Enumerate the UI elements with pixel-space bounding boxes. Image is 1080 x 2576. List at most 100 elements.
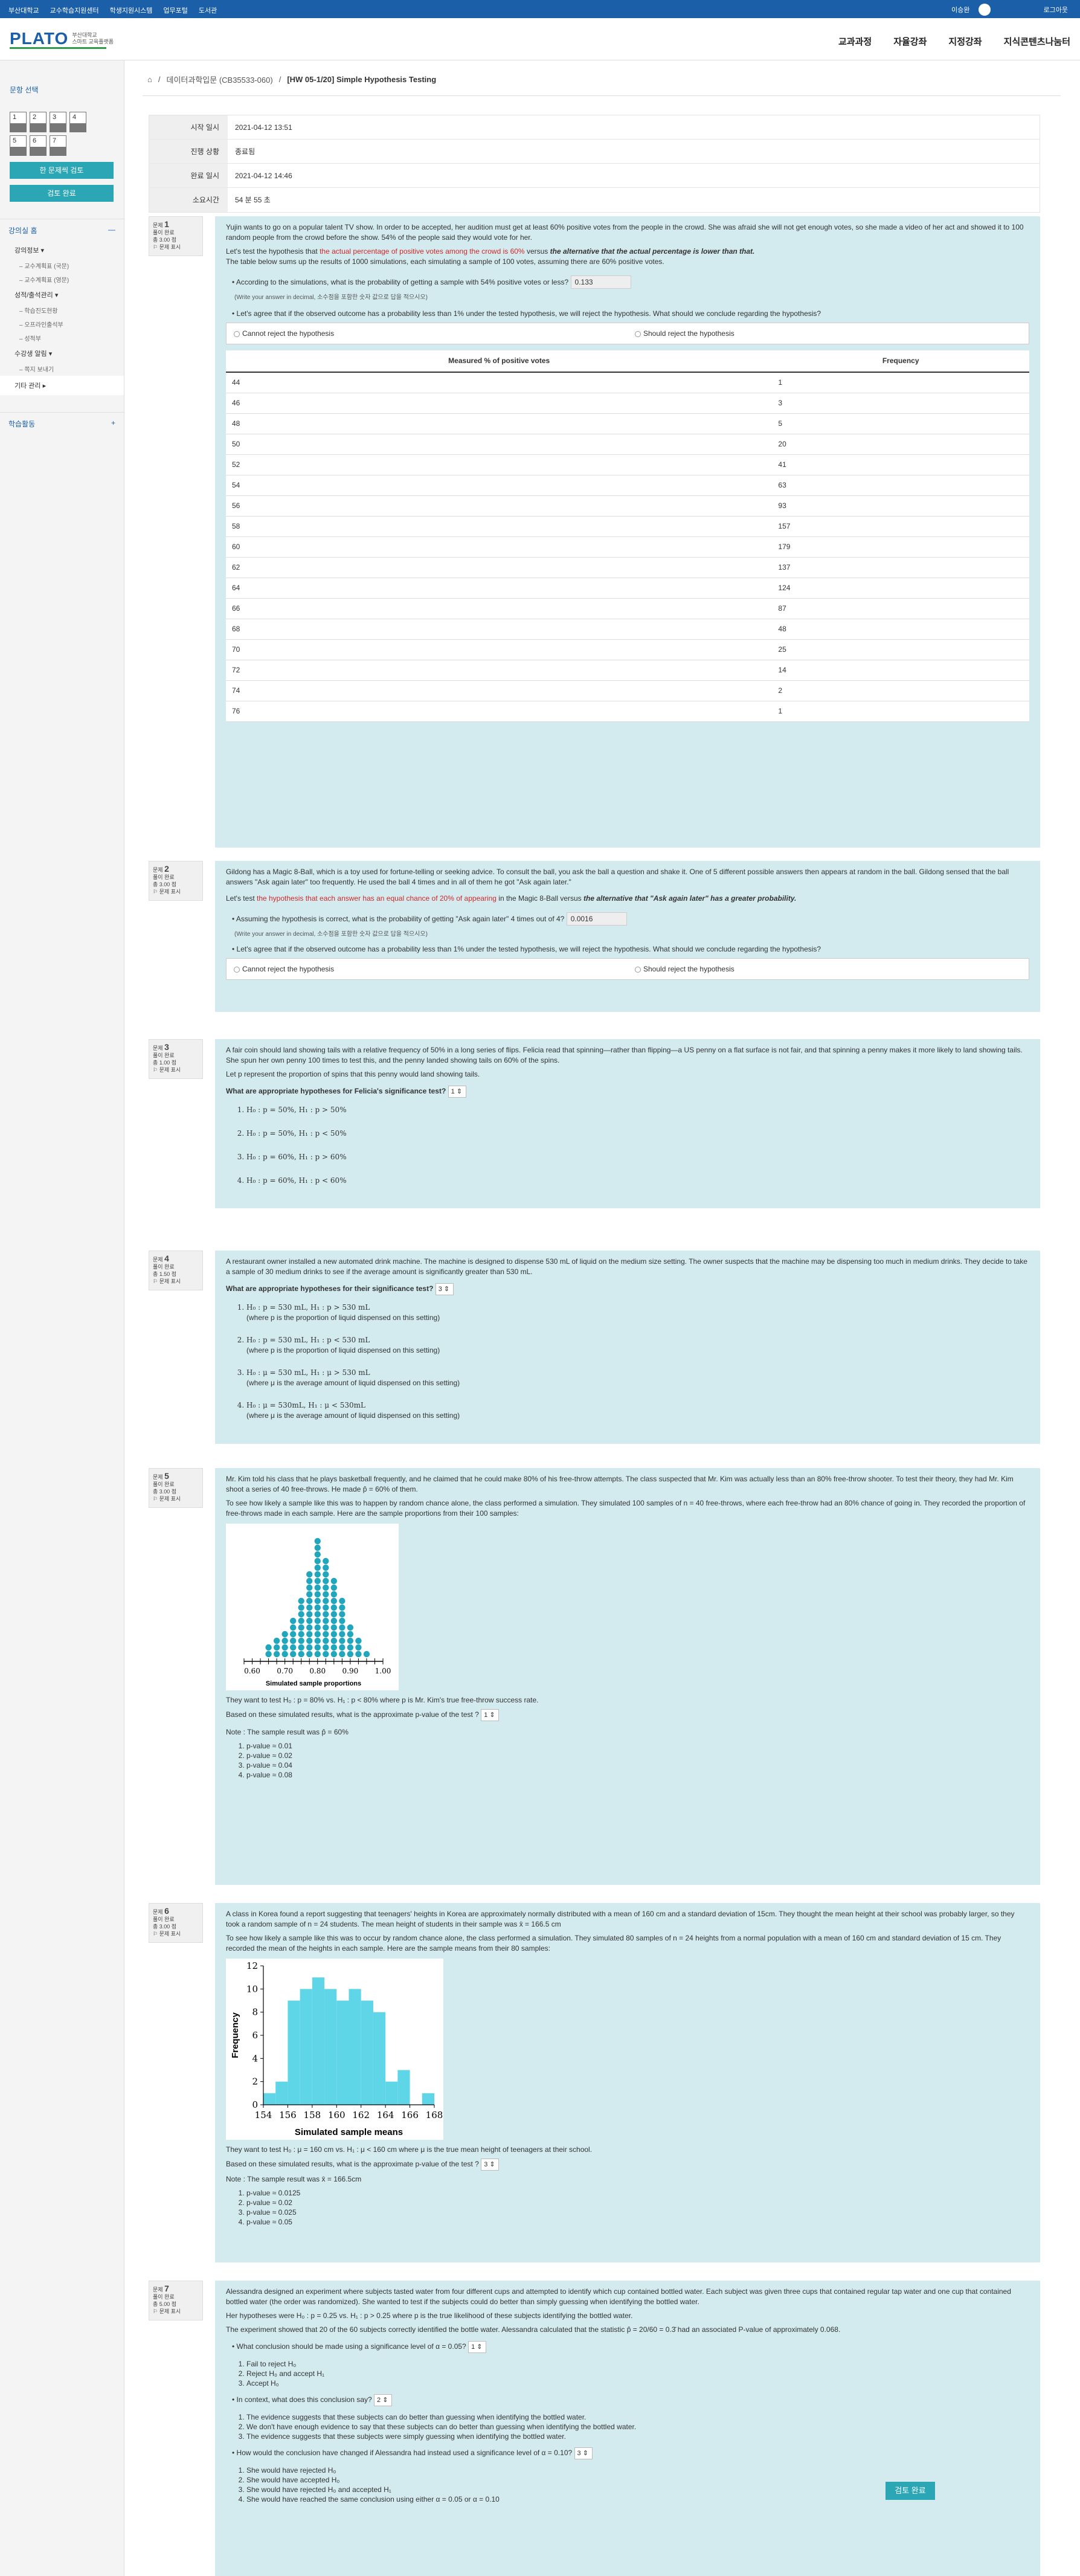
sidebar-item-grades[interactable]: 성적/출석관리 ▾ xyxy=(0,286,124,303)
dot-point xyxy=(355,1650,362,1658)
question-content: A fair coin should land showing tails wi… xyxy=(215,1039,1040,1208)
sidebar-sub-syllabus-en[interactable]: – 교수계획표 (영문) xyxy=(0,272,124,286)
avatar[interactable] xyxy=(978,4,991,16)
breadcrumb-course[interactable]: 데이터과학입문 (CB35533-060) xyxy=(166,74,272,85)
sidebar-item-notify[interactable]: 수강생 알림 ▾ xyxy=(0,345,124,362)
dot-point xyxy=(273,1637,280,1644)
dot-point xyxy=(306,1571,313,1578)
sidebar-sub-progress[interactable]: – 학습진도현황 xyxy=(0,303,124,317)
qnav-item-5[interactable]: 5 xyxy=(10,135,27,156)
question-info: 문제 6 풀이 완료 총 3.00 점 ⚐ 문제 표시 xyxy=(149,1903,203,1943)
plato-logo[interactable]: PLATO 부산대학교 스마트 교육플랫폼 xyxy=(10,29,114,48)
dot-point xyxy=(314,1551,321,1558)
q6-answer-select[interactable]: 3 ⇕ xyxy=(481,2159,500,2171)
q2-option-cannot-reject[interactable]: Cannot reject the hypothesis xyxy=(227,959,628,979)
dot-point xyxy=(314,1538,321,1545)
qnav-item-6[interactable]: 6 xyxy=(30,135,47,156)
gnb-free-course[interactable]: 자율강좌 xyxy=(893,35,927,48)
tick-label: 0.70 xyxy=(277,1667,293,1675)
q7-conclusion-select[interactable]: 1 ⇕ xyxy=(468,2341,487,2353)
tick-label: 168 xyxy=(426,2110,443,2120)
q2-answer-input[interactable]: 0.0016 xyxy=(566,912,627,926)
flag-question-link[interactable]: ⚐ 문제 표시 xyxy=(153,2308,199,2315)
summary-key: 완료 일시 xyxy=(149,164,228,187)
top-link-univ[interactable]: 부산대학교 xyxy=(8,5,39,15)
dot-point xyxy=(314,1557,321,1565)
table-cell: 60 xyxy=(226,536,773,558)
dot-point xyxy=(314,1611,321,1618)
radio-icon xyxy=(234,330,240,337)
sidebar-item-course-info[interactable]: 강의정보 ▾ xyxy=(0,242,124,259)
q1-option-cannot-reject[interactable]: Cannot reject the hypothesis xyxy=(227,323,628,344)
sidebar-sub-gradebook[interactable]: – 성적부 xyxy=(0,331,124,345)
logout-link[interactable]: 로그아웃 xyxy=(1044,5,1068,14)
dot-point xyxy=(314,1604,321,1611)
dot-point xyxy=(323,1557,329,1565)
dot-point xyxy=(330,1650,338,1658)
q7-alpha-select[interactable]: 3 ⇕ xyxy=(574,2447,593,2459)
review-complete-button[interactable]: 검토 완료 xyxy=(886,2482,935,2500)
table-row: 72 14 xyxy=(226,660,1029,681)
dot-point xyxy=(314,1650,321,1658)
top-link-portal[interactable]: 업무포털 xyxy=(163,5,187,15)
flag-question-link[interactable]: ⚐ 문제 표시 xyxy=(153,1278,199,1285)
histogram-bar xyxy=(373,2012,386,2105)
dot-point xyxy=(330,1617,338,1624)
table-row: 70 25 xyxy=(226,639,1029,660)
histogram-bar xyxy=(361,2000,373,2105)
sidebar-sub-attendance[interactable]: – 오프라인출석부 xyxy=(0,317,124,331)
radio-icon xyxy=(635,330,641,337)
flag-question-link[interactable]: ⚐ 문제 표시 xyxy=(153,1495,199,1502)
sidebar-item-etc[interactable]: 기타 관리 ▸ xyxy=(0,376,124,395)
one-by-one-button[interactable]: 한 문제씩 검토 xyxy=(10,162,114,179)
review-complete-sidebar-button[interactable]: 검토 완료 xyxy=(10,185,114,202)
collapse-icon[interactable]: — xyxy=(108,225,115,236)
top-link-library[interactable]: 도서관 xyxy=(199,5,217,15)
qnav-item-3[interactable]: 3 xyxy=(50,112,66,132)
dot-point xyxy=(323,1611,329,1618)
x-axis-label: Simulated sample proportions xyxy=(266,1680,361,1687)
question-content: A class in Korea found a report suggesti… xyxy=(215,1903,1040,2262)
top-link-center[interactable]: 교수학습지원센터 xyxy=(50,5,99,15)
q1-answer-input[interactable]: 0.133 xyxy=(570,275,631,289)
histogram-bar xyxy=(300,1989,312,2105)
q1-option-should-reject[interactable]: Should reject the hypothesis xyxy=(628,323,1029,344)
qnav-item-7[interactable]: 7 xyxy=(50,135,66,156)
question-content: Mr. Kim told his class that he plays bas… xyxy=(215,1468,1040,1885)
list-item: H₀ : p = 60%, H₁ : p < 60% xyxy=(246,1176,1029,1186)
q3-answer-select[interactable]: 1 ⇕ xyxy=(448,1086,466,1098)
flag-question-link[interactable]: ⚐ 문제 표시 xyxy=(153,888,199,895)
learning-activity-section[interactable]: 학습활동 + xyxy=(0,412,124,435)
dot-point xyxy=(347,1637,354,1644)
q2-option-should-reject[interactable]: Should reject the hypothesis xyxy=(628,959,1029,979)
flag-question-link[interactable]: ⚐ 문제 표시 xyxy=(153,1066,199,1074)
dot-point xyxy=(306,1584,313,1591)
sidebar-sub-syllabus-kr[interactable]: – 교수계획표 (국문) xyxy=(0,259,124,272)
home-icon[interactable]: ⌂ xyxy=(147,75,152,84)
q5-answer-select[interactable]: 1 ⇕ xyxy=(481,1709,500,1721)
dot-point xyxy=(281,1644,288,1651)
dot-point xyxy=(330,1644,338,1651)
qnav-item-1[interactable]: 1 xyxy=(10,112,27,132)
table-cell: 179 xyxy=(772,536,1029,558)
q3-choices: H₀ : p = 50%, H₁ : p > 50% H₀ : p = 50%,… xyxy=(246,1105,1029,1186)
table-cell: 62 xyxy=(226,557,773,578)
table-cell: 72 xyxy=(226,660,773,681)
expand-icon[interactable]: + xyxy=(111,419,115,429)
course-home-section[interactable]: 강의실 홈 — xyxy=(0,219,124,242)
flag-question-link[interactable]: ⚐ 문제 표시 xyxy=(153,243,199,251)
q7-context-select[interactable]: 2 ⇕ xyxy=(374,2394,393,2406)
dot-point xyxy=(330,1577,338,1585)
histogram-bar xyxy=(275,2081,288,2105)
question-select-title: 문항 선택 xyxy=(10,86,39,94)
top-link-student[interactable]: 학생지원시스템 xyxy=(110,5,153,15)
sidebar-sub-message[interactable]: – 쪽지 보내기 xyxy=(0,362,124,376)
flag-question-link[interactable]: ⚐ 문제 표시 xyxy=(153,1930,199,1937)
qnav-item-4[interactable]: 4 xyxy=(69,112,86,132)
qnav-item-2[interactable]: 2 xyxy=(30,112,47,132)
q4-answer-select[interactable]: 3 ⇕ xyxy=(435,1283,454,1295)
tick-label: 156 xyxy=(279,2110,297,2120)
gnb-content-share[interactable]: 지식콘텐츠나눔터 xyxy=(1004,35,1070,48)
gnb-assigned-course[interactable]: 지정강좌 xyxy=(948,35,982,48)
gnb-curriculum[interactable]: 교과과정 xyxy=(838,35,872,48)
